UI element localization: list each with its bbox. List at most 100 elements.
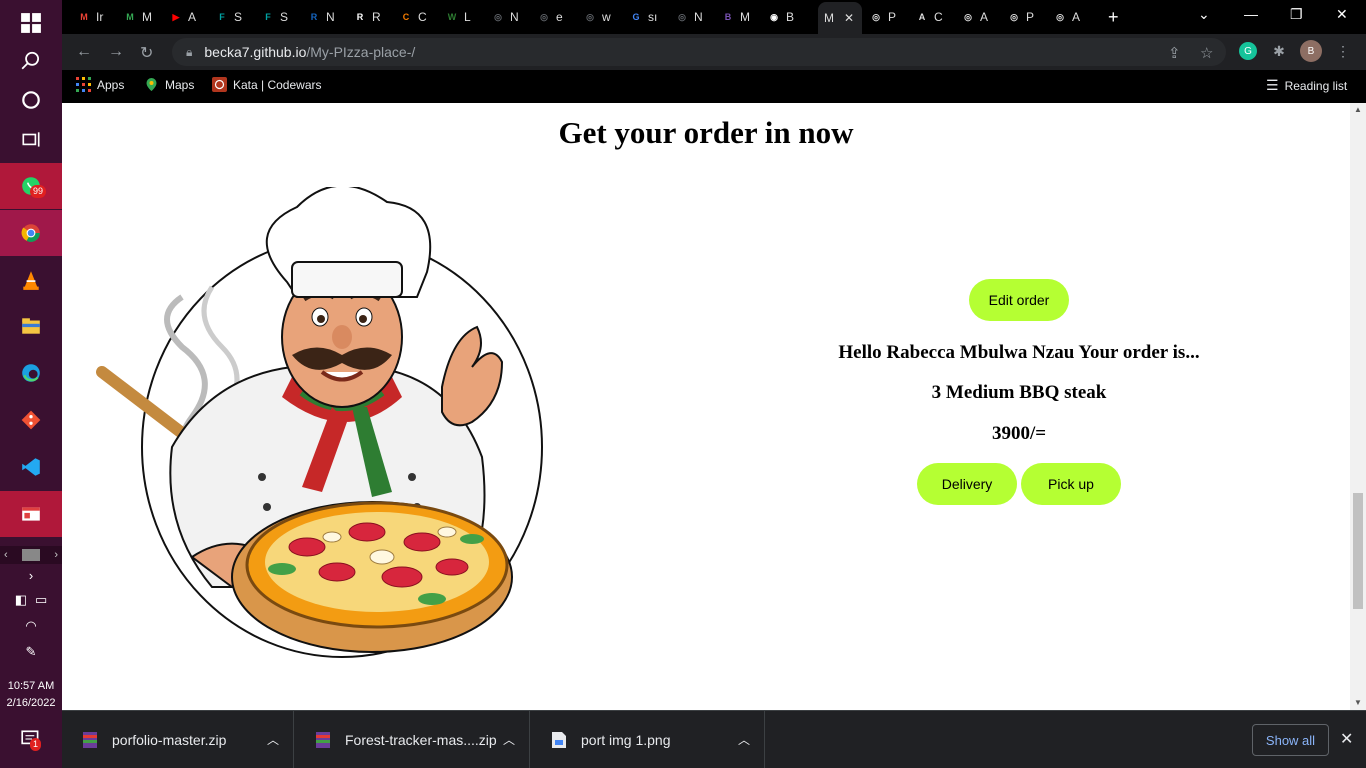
- forward-icon[interactable]: →: [108, 43, 124, 61]
- circle-icon: [22, 91, 40, 109]
- tab-5[interactable]: RN: [306, 4, 335, 30]
- taskbar-explorer[interactable]: [0, 303, 62, 349]
- profile-initial: B: [1307, 45, 1315, 57]
- taskbar-vscode[interactable]: [0, 444, 62, 490]
- back-icon[interactable]: ←: [76, 43, 92, 61]
- tab-after-1[interactable]: AC: [914, 4, 943, 30]
- wifi-icon[interactable]: ◠: [0, 618, 62, 634]
- taskbar-whatsapp[interactable]: 99: [0, 163, 62, 209]
- tab-11[interactable]: ◎ w: [582, 4, 611, 30]
- download-item[interactable]: port img 1.png ︿: [531, 711, 765, 768]
- folder-icon: [22, 318, 40, 334]
- tab-search-icon[interactable]: ⌄: [1198, 6, 1210, 23]
- profile-avatar[interactable]: B: [1300, 40, 1322, 62]
- pen-icon[interactable]: ✎: [0, 644, 62, 660]
- scroll-thumb[interactable]: [1353, 493, 1363, 609]
- tab-7[interactable]: CC: [398, 4, 427, 30]
- tab-label: S: [234, 10, 243, 24]
- tab-8[interactable]: WL: [444, 4, 471, 30]
- bookmark-codewars[interactable]: Kata | Codewars: [212, 77, 322, 92]
- tab-label: A: [188, 10, 197, 24]
- grammarly-icon[interactable]: G: [1239, 42, 1257, 60]
- tab-after-2[interactable]: ◎ A: [960, 4, 988, 30]
- tab-4[interactable]: FS: [260, 4, 288, 30]
- battery-icon: ▭: [35, 592, 48, 607]
- tab-active[interactable]: M ✕: [818, 2, 862, 34]
- clock[interactable]: 10:57 AM 2/16/2022: [0, 678, 62, 712]
- download-item[interactable]: porfolio-master.zip ︿: [62, 711, 294, 768]
- tab-1[interactable]: MM: [122, 4, 152, 30]
- tab-label: w: [602, 10, 611, 24]
- image-file-icon: [552, 732, 566, 748]
- vlc-cone-icon: [23, 271, 39, 290]
- reload-icon[interactable]: ↻: [140, 43, 153, 63]
- extensions-icon[interactable]: ✱: [1270, 42, 1288, 60]
- lock-icon[interactable]: 🔒︎: [186, 45, 192, 60]
- tab-label: B: [786, 10, 795, 24]
- bookmark-label: Apps: [97, 77, 125, 92]
- tab-15[interactable]: ◉ B: [766, 4, 794, 30]
- tab-2[interactable]: ▶ A: [168, 4, 196, 30]
- chevron-up-icon[interactable]: ︿: [267, 731, 279, 748]
- tab-10[interactable]: ◎ e: [536, 4, 563, 30]
- whatsapp-badge: 99: [30, 185, 47, 198]
- download-name: porfolio-master.zip: [112, 732, 227, 748]
- chevron-up-icon[interactable]: ︿: [503, 731, 515, 748]
- tab-after-0[interactable]: ◎ P: [868, 4, 896, 30]
- share-icon[interactable]: ⇪: [1168, 44, 1181, 62]
- scroll-thumb[interactable]: [22, 549, 40, 561]
- minimize-icon[interactable]: —: [1244, 6, 1258, 22]
- taskbar-edge[interactable]: [0, 350, 62, 396]
- tab-6[interactable]: RR: [352, 4, 381, 30]
- bookmark-maps[interactable]: Maps: [144, 77, 194, 92]
- show-all-button[interactable]: Show all: [1252, 724, 1329, 756]
- bookmark-label: Maps: [165, 77, 195, 92]
- pickup-button[interactable]: Pick up: [1021, 463, 1121, 505]
- taskbar-app[interactable]: [0, 491, 62, 537]
- tab-3[interactable]: FS: [214, 4, 242, 30]
- taskbar-vlc[interactable]: [0, 257, 62, 303]
- tab-favicon-icon: R: [310, 12, 318, 22]
- edit-order-button[interactable]: Edit order: [969, 279, 1069, 321]
- star-icon[interactable]: ☆: [1200, 44, 1213, 62]
- tab-favicon-icon: R: [356, 12, 364, 22]
- tab-9[interactable]: ◎ N: [490, 4, 519, 30]
- close-icon[interactable]: ✕: [844, 11, 854, 25]
- url-host: becka7.github.io: [204, 44, 307, 60]
- plus-icon: +: [1108, 6, 1119, 27]
- show-hidden-icons[interactable]: ›: [0, 568, 62, 583]
- tab-after-3[interactable]: ◎ P: [1006, 4, 1034, 30]
- taskbar-git[interactable]: [0, 397, 62, 443]
- notification-button[interactable]: 1: [20, 728, 42, 755]
- chevron-left-icon[interactable]: ‹: [4, 549, 8, 561]
- browser-chrome: M Ir M M ▶ A F S F S R N R R C C W L ◎ N ◎ e ◎ w Gsı ◎ N B M ◉ B M ✕ ◎…: [62, 0, 1366, 103]
- bookmark-apps[interactable]: Apps: [76, 77, 124, 92]
- tab-12[interactable]: Gsı: [628, 4, 657, 30]
- chevron-right-icon[interactable]: ›: [54, 549, 58, 561]
- download-item[interactable]: Forest-tracker-mas....zip ︿: [295, 711, 530, 768]
- reading-list[interactable]: ☰ Reading list: [1266, 77, 1347, 94]
- scroll-down-icon[interactable]: ▼: [1350, 696, 1366, 710]
- delivery-button[interactable]: Delivery: [917, 463, 1017, 505]
- address-bar[interactable]: 🔒︎ becka7.github.io/My-PIzza-place-/: [172, 38, 1226, 66]
- window-close-icon[interactable]: ✕: [1336, 6, 1348, 23]
- tab-14[interactable]: BM: [720, 4, 750, 30]
- restore-icon[interactable]: ❐: [1290, 6, 1303, 23]
- taskbar-chrome[interactable]: [0, 210, 62, 256]
- tab-0[interactable]: M Ir: [76, 4, 103, 30]
- taskbar-scroll[interactable]: ‹ ›: [0, 546, 62, 564]
- tab-label: e: [556, 10, 563, 24]
- tab-label: P: [1026, 10, 1035, 24]
- chevron-up-icon[interactable]: ︿: [738, 731, 750, 748]
- new-tab-button[interactable]: +: [1108, 4, 1119, 30]
- close-icon[interactable]: ✕: [1340, 729, 1353, 749]
- menu-icon[interactable]: ⋮: [1334, 42, 1352, 60]
- bookmark-label: Kata | Codewars: [233, 77, 322, 92]
- scroll-up-icon[interactable]: ▲: [1350, 103, 1366, 117]
- tab-label: Ir: [96, 10, 104, 24]
- tab-after-4[interactable]: ◎ A: [1052, 4, 1080, 30]
- task-view-button[interactable]: [0, 117, 62, 163]
- tab-13[interactable]: ◎ N: [674, 4, 703, 30]
- page-scrollbar[interactable]: ▲ ▼: [1350, 103, 1366, 710]
- tray-icons[interactable]: ◧ ▭: [0, 592, 62, 608]
